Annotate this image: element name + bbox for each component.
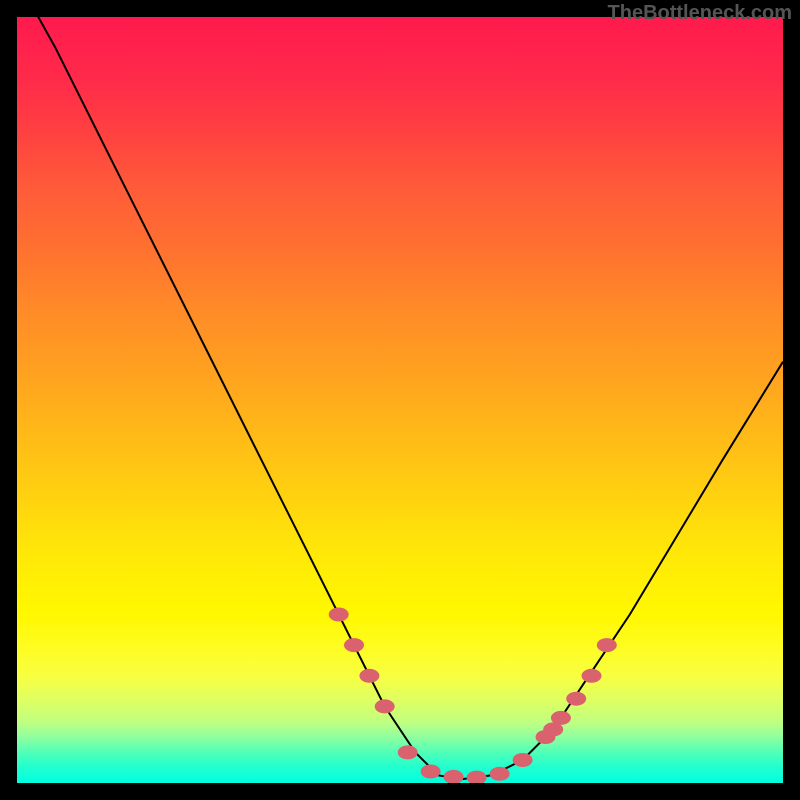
data-marker — [551, 711, 571, 725]
data-marker — [329, 608, 349, 622]
data-marker — [375, 699, 395, 713]
data-marker — [597, 638, 617, 652]
chart-svg — [17, 17, 783, 783]
data-marker — [344, 638, 364, 652]
marker-group — [329, 608, 617, 784]
data-marker — [566, 692, 586, 706]
data-marker — [421, 765, 441, 779]
data-marker — [582, 669, 602, 683]
bottleneck-curve — [17, 17, 783, 779]
data-marker — [513, 753, 533, 767]
data-marker — [490, 767, 510, 781]
data-marker — [359, 669, 379, 683]
data-marker — [467, 771, 487, 783]
data-marker — [444, 770, 464, 783]
data-marker — [398, 745, 418, 759]
watermark-text: TheBottleneck.com — [608, 2, 792, 25]
